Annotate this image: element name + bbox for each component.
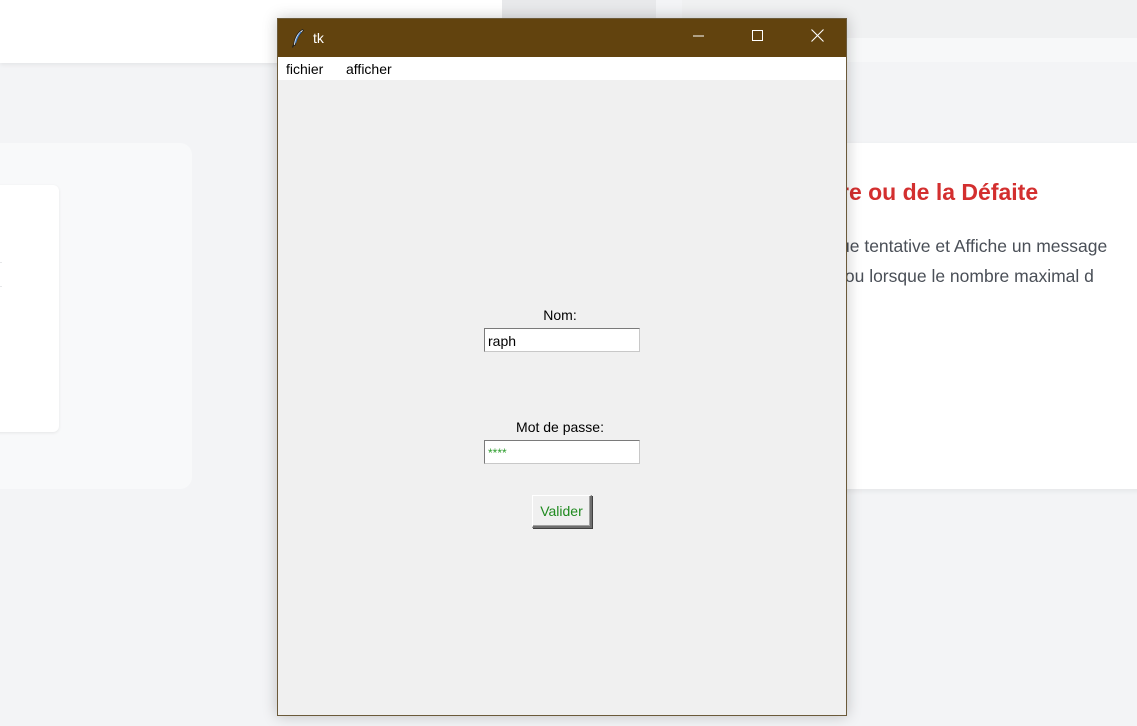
window-titlebar[interactable]: tk (278, 19, 846, 57)
menubar: fichier afficher (278, 57, 846, 80)
background-content-card: re ou de la Défaite ue tentative et Affi… (800, 143, 1137, 489)
close-icon (810, 29, 824, 47)
password-input[interactable] (484, 440, 640, 464)
background-card-title: re ou de la Défaite (840, 179, 1039, 205)
background-divider (0, 262, 2, 263)
tk-feather-icon (290, 28, 306, 48)
background-divider (0, 286, 2, 287)
valider-button[interactable]: Valider (532, 495, 592, 528)
password-label: Mot de passe: (516, 419, 604, 435)
nom-label: Nom: (543, 307, 577, 323)
minimize-icon (693, 29, 705, 47)
maximize-icon (752, 29, 764, 47)
maximize-button[interactable] (729, 19, 787, 57)
background-paragraph-line: ue tentative et Affiche un message (840, 236, 1108, 256)
close-button[interactable] (788, 19, 846, 57)
background-card-paragraph: ue tentative et Affiche un message ou lo… (840, 231, 1107, 291)
minimize-button[interactable] (670, 19, 728, 57)
nom-input[interactable] (484, 328, 640, 352)
background-paragraph-line: ou lorsque le nombre maximal d (840, 266, 1094, 286)
background-left-card (0, 185, 59, 432)
tk-window: tk fichier afficher Nom: Mot de passe: (277, 18, 847, 716)
menu-afficher[interactable]: afficher (346, 61, 392, 77)
window-title: tk (313, 30, 324, 46)
menu-fichier[interactable]: fichier (286, 61, 323, 77)
background-top-strip (502, 0, 656, 18)
